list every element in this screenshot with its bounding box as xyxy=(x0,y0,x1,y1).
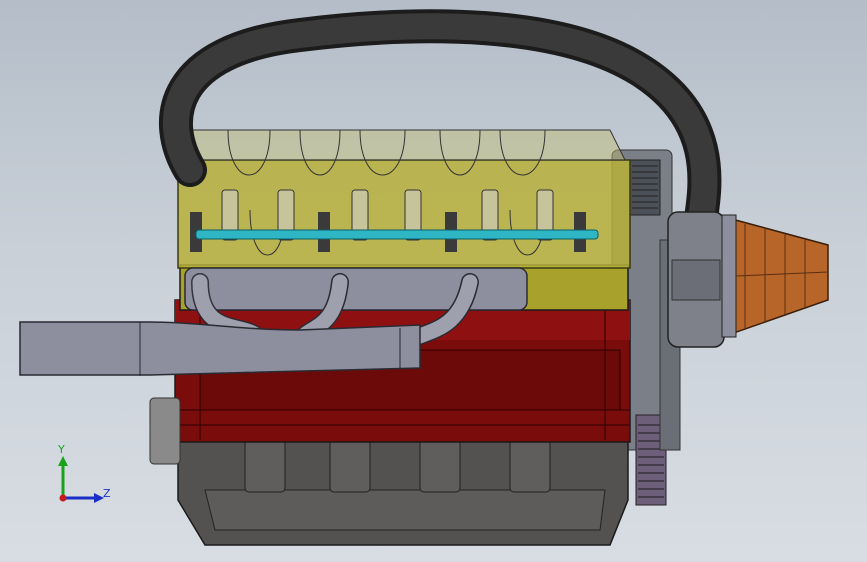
oil-pan[interactable] xyxy=(177,439,629,546)
valve-cover[interactable] xyxy=(177,129,631,269)
triad-y-arrow xyxy=(58,456,68,466)
triad-z-label: Z xyxy=(103,487,111,500)
engine-3d-model[interactable]: Y Z xyxy=(0,0,867,562)
triad-y-label: Y xyxy=(57,443,65,456)
triad-x-origin xyxy=(59,494,67,502)
coordinate-triad: Y Z xyxy=(57,443,111,503)
fuel-rail[interactable] xyxy=(195,229,599,240)
throttle-body[interactable] xyxy=(667,211,725,348)
cad-viewport[interactable]: Y Z xyxy=(0,0,867,562)
air-filter-icon[interactable] xyxy=(721,214,829,338)
starter-motor[interactable] xyxy=(149,397,181,465)
